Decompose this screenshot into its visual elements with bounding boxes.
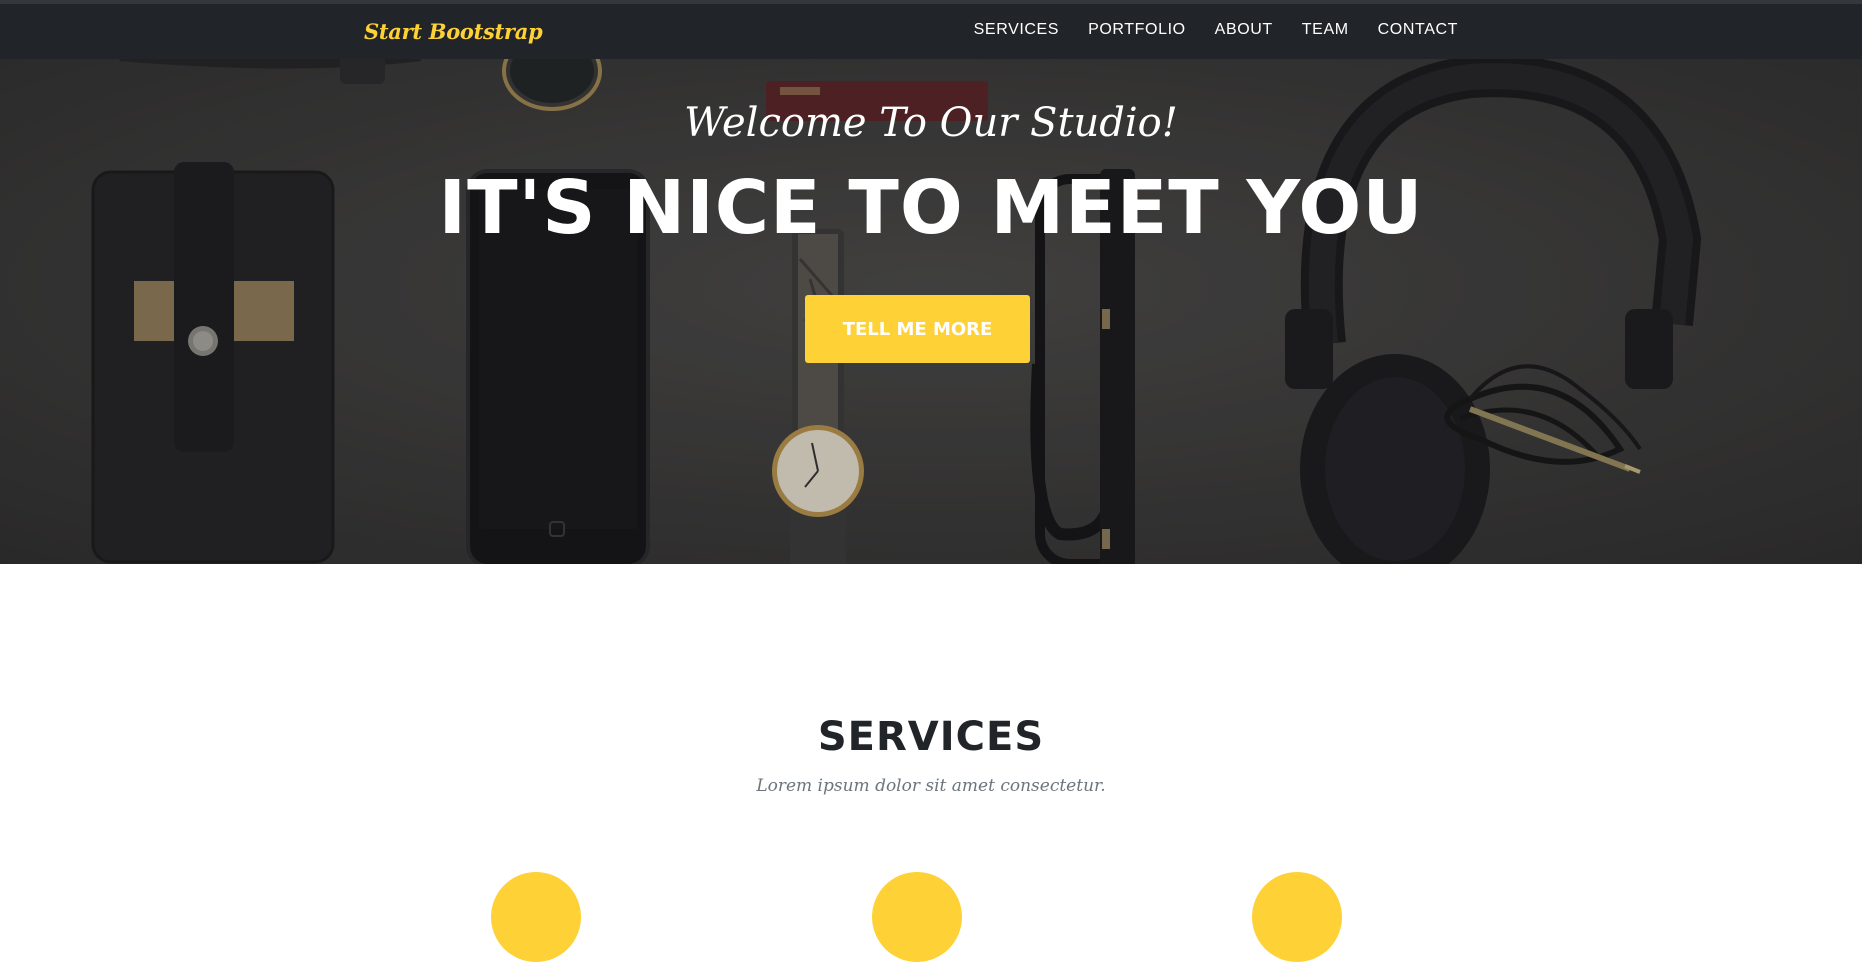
hero-section: Welcome To Our Studio! IT'S NICE TO MEET… <box>0 59 1862 564</box>
service-icon-circle <box>1252 872 1342 962</box>
hero-heading: IT'S NICE TO MEET YOU <box>438 165 1424 251</box>
nav-link-contact[interactable]: CONTACT <box>1378 21 1458 39</box>
service-icon-circle <box>491 872 581 962</box>
nav-links: SERVICES PORTFOLIO ABOUT TEAM CONTACT <box>974 21 1458 39</box>
navbar: Start Bootstrap SERVICES PORTFOLIO ABOUT… <box>0 0 1862 59</box>
navbar-brand[interactable]: Start Bootstrap <box>364 19 543 44</box>
nav-link-portfolio[interactable]: PORTFOLIO <box>1088 21 1186 39</box>
nav-link-services[interactable]: SERVICES <box>974 21 1059 39</box>
hero-subheading: Welcome To Our Studio! <box>684 100 1178 146</box>
services-subheading: Lorem ipsum dolor sit amet consectetur. <box>756 776 1106 796</box>
tell-me-more-button[interactable]: TELL ME MORE <box>805 295 1030 363</box>
nav-link-about[interactable]: ABOUT <box>1215 21 1273 39</box>
service-icon-circle <box>872 872 962 962</box>
nav-link-team[interactable]: TEAM <box>1302 21 1349 39</box>
services-heading: SERVICES <box>817 714 1045 760</box>
